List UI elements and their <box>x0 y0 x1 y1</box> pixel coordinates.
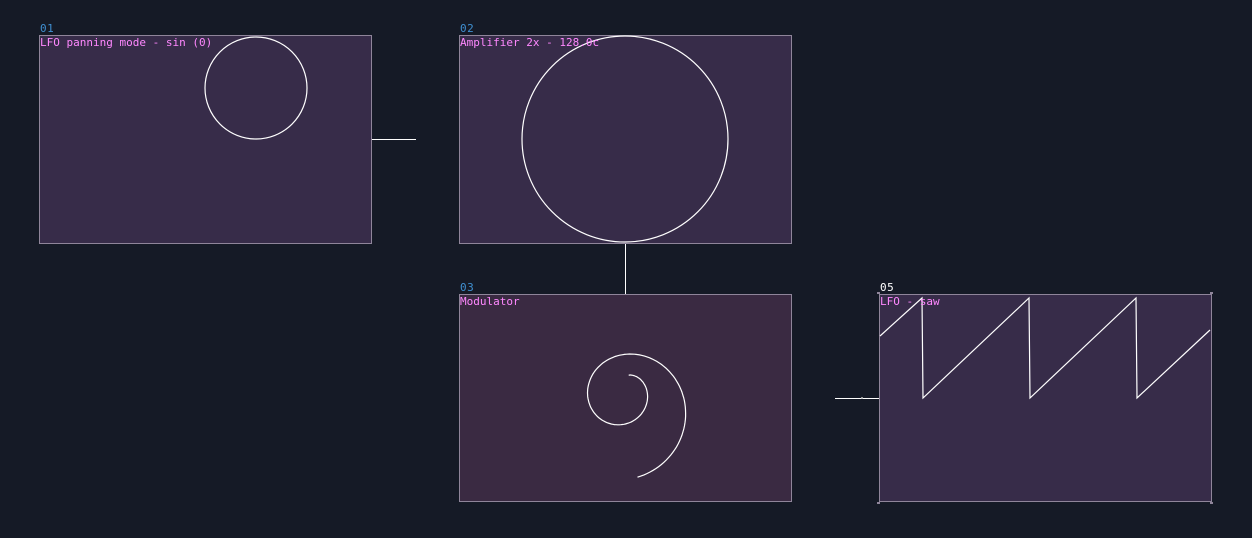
wire-port-dot <box>861 397 863 399</box>
node-05-id: 05 <box>880 281 895 294</box>
node-05[interactable] <box>877 292 1213 504</box>
node-05-title: LFO - saw <box>880 295 940 308</box>
node-02-title: Amplifier 2x - 128.0c <box>460 36 600 49</box>
node-02-id: 02 <box>460 22 475 35</box>
node-05-panel[interactable] <box>879 294 1212 502</box>
node-03-title: Modulator <box>460 295 520 308</box>
node-03[interactable] <box>459 294 792 502</box>
node-01-title: LFO panning mode - sin (0) <box>40 36 213 49</box>
node-02-panel[interactable] <box>459 35 792 244</box>
node-02[interactable] <box>459 35 792 244</box>
node-03-panel[interactable] <box>459 294 792 502</box>
node-03-id: 03 <box>460 281 475 294</box>
node-01-panel[interactable] <box>39 35 372 244</box>
node-01[interactable] <box>39 35 372 244</box>
node-01-id: 01 <box>40 22 55 35</box>
patch-canvas[interactable] <box>0 0 1252 538</box>
